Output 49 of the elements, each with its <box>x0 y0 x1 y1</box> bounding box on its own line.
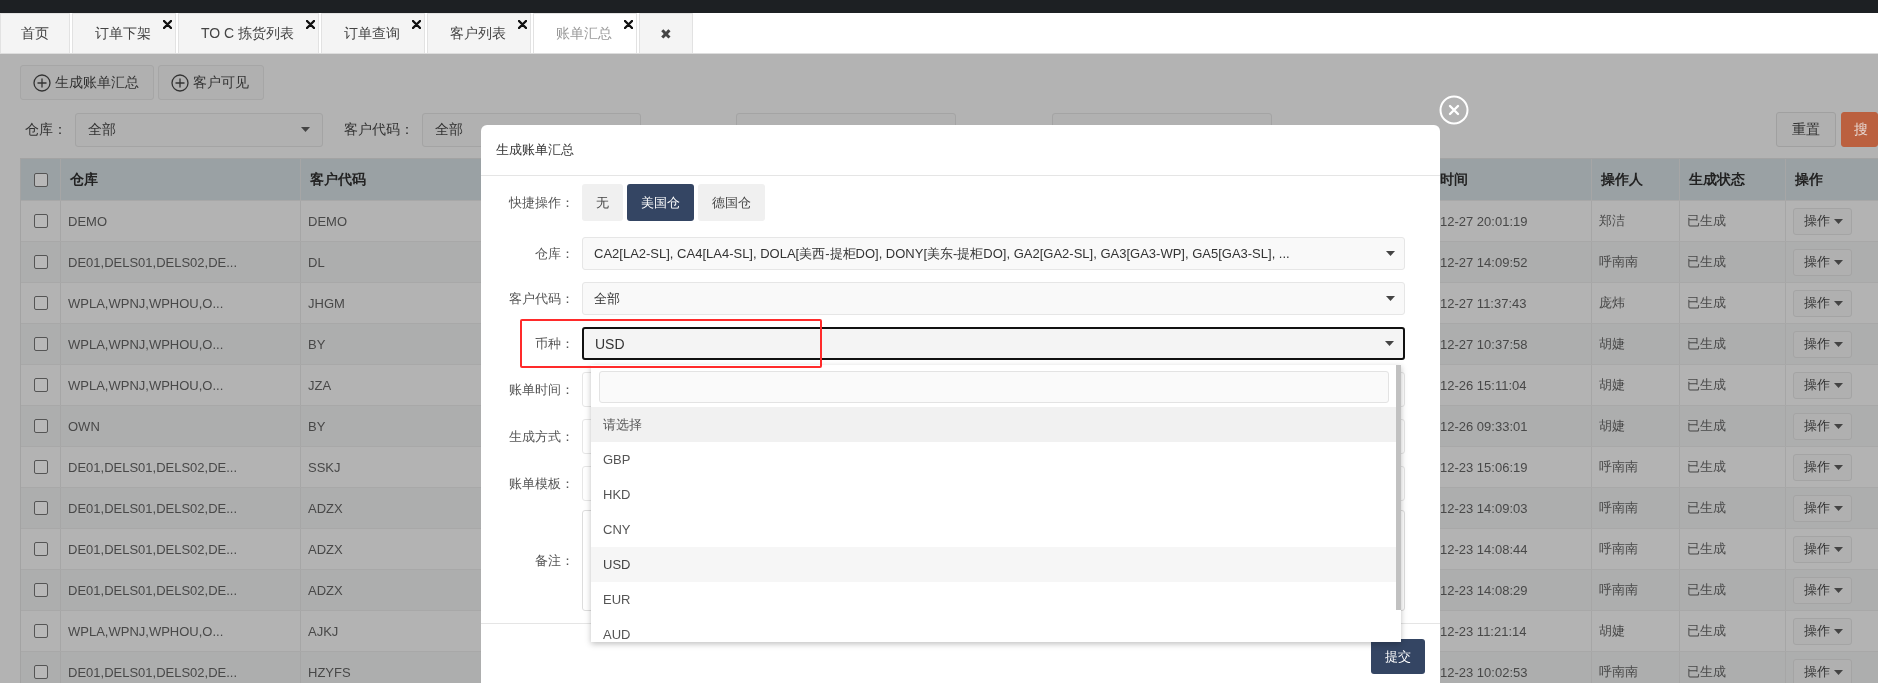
field-label: 账单时间： <box>508 380 575 399</box>
filter-label: 仓库： <box>25 120 67 139</box>
table-cell: WPLA,WPNJ,WPHOU,O... <box>61 611 301 651</box>
table-cell: 呼南南 <box>1592 652 1680 683</box>
table-cell: 郑洁 <box>1592 201 1680 241</box>
table-cell: 已生成 <box>1680 283 1786 323</box>
dialog-title: 生成账单汇总 <box>496 141 574 159</box>
field-label: 备注： <box>534 551 575 570</box>
column-header: 操作 <box>1794 169 1824 189</box>
table-cell: DE01,DELS01,DELS02,DE... <box>61 242 301 282</box>
table-cell: 已生成 <box>1680 529 1786 569</box>
table-cell: WPLA,WPNJ,WPHOU,O... <box>61 365 301 405</box>
table-cell: DE01,DELS01,DELS02,DE... <box>61 447 301 487</box>
table-cell: 已生成 <box>1680 365 1786 405</box>
table-cell: 已生成 <box>1680 201 1786 241</box>
column-header: 操作人 <box>1592 159 1680 200</box>
table-cell: 呼南南 <box>1592 529 1680 569</box>
table-cell: DE01,DELS01,DELS02,DE... <box>61 488 301 528</box>
table-cell: WPLA,WPNJ,WPHOU,O... <box>61 324 301 364</box>
column-header: 生成状态 <box>1680 159 1786 200</box>
table-cell: DE01,DELS01,DELS02,DE... <box>61 529 301 569</box>
table-cell: 呼南南 <box>1592 242 1680 282</box>
table-cell: 呼南南 <box>1592 488 1680 528</box>
field-label: 生成方式： <box>508 427 575 446</box>
field-label: 币种： <box>534 334 575 353</box>
table-cell: 胡婕 <box>1592 365 1680 405</box>
table-cell: DE01,DELS01,DELS02,DE... <box>61 570 301 610</box>
table-cell: 胡婕 <box>1592 611 1680 651</box>
table-cell: 已生成 <box>1680 242 1786 282</box>
filter-label: 客户代码： <box>344 120 414 139</box>
table-cell: 庞炜 <box>1592 283 1680 323</box>
table-cell: 已生成 <box>1680 406 1786 446</box>
table-cell: DEMO <box>61 201 301 241</box>
table-cell: 已生成 <box>1680 447 1786 487</box>
table-cell: 已生成 <box>1680 488 1786 528</box>
table-cell: DE01,DELS01,DELS02,DE... <box>61 652 301 683</box>
table-cell: 呼南南 <box>1592 570 1680 610</box>
field-label: 仓库： <box>534 244 575 263</box>
table-cell: 胡婕 <box>1592 324 1680 364</box>
table-cell: 已生成 <box>1680 652 1786 683</box>
table-cell: 已生成 <box>1680 324 1786 364</box>
table-cell: 胡婕 <box>1592 406 1680 446</box>
table-cell: 呼南南 <box>1592 447 1680 487</box>
table-cell: 已生成 <box>1680 570 1786 610</box>
table-cell: 已生成 <box>1680 611 1786 651</box>
field-label: 客户代码： <box>508 289 575 308</box>
table-cell: OWN <box>61 406 301 446</box>
column-header: 仓库 <box>61 159 301 200</box>
table-cell: WPLA,WPNJ,WPHOU,O... <box>61 283 301 323</box>
